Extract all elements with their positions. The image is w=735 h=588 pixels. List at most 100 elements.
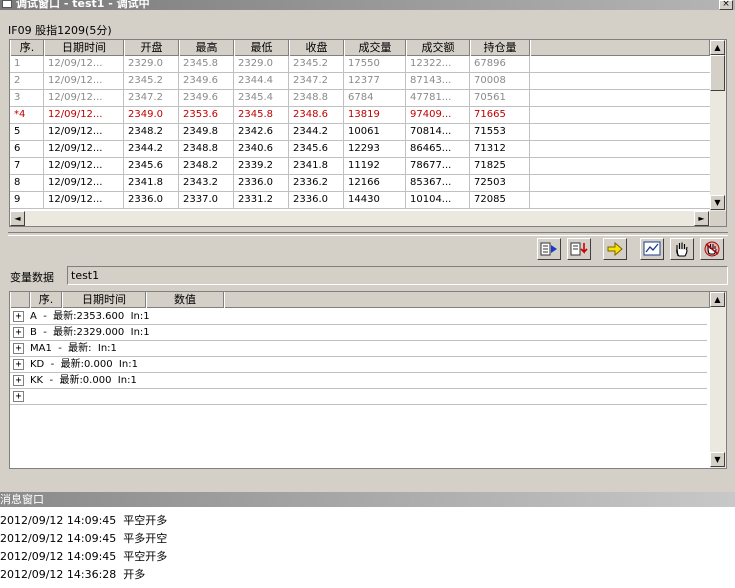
- cell-amount: 87143...: [406, 73, 470, 90]
- table-row[interactable]: 7 12/09/12... 2345.6 2348.2 2339.2 2341.8 1119…: [10, 158, 710, 175]
- run-to-cursor-icon: [570, 242, 588, 256]
- debug-window: 调试窗口 - test1 - 调试中 × IF09 股指1209(5分) 序. 日…: [0, 0, 735, 588]
- scroll-right-button[interactable]: ►: [694, 211, 709, 226]
- cell-amount: 97409...: [406, 107, 470, 124]
- message-line: 2012/09/12 14:09:45 平空开多: [0, 550, 168, 563]
- column-header-open[interactable]: 开盘: [124, 40, 179, 56]
- cell-seq: 6: [10, 141, 44, 158]
- column-header-low[interactable]: 最低: [234, 40, 289, 56]
- cell-low: 2329.0: [234, 56, 289, 73]
- cell-open-interest: 67896: [470, 56, 530, 73]
- table-row[interactable]: 2 12/09/12... 2345.2 2349.6 2344.4 2347.2 1237…: [10, 73, 710, 90]
- stop-button[interactable]: [700, 238, 724, 260]
- cell-datetime: 12/09/12...: [44, 90, 124, 107]
- column-header-seq[interactable]: 序.: [10, 40, 44, 56]
- continue-button[interactable]: [603, 238, 627, 260]
- cell-amount: 86465...: [406, 141, 470, 158]
- column-header-volume[interactable]: 成交量: [344, 40, 406, 56]
- variable-text: KD - 最新:0.000 In:1: [30, 359, 138, 370]
- scroll-left-button[interactable]: ◄: [10, 211, 25, 226]
- variable-row[interactable]: + B - 最新:2329.000 In:1: [10, 325, 707, 341]
- column-header-expander: [10, 292, 30, 308]
- variables-scroll-down-button[interactable]: ▼: [710, 452, 725, 467]
- cell-volume: 10061: [344, 124, 406, 141]
- instrument-caption: IF09 股指1209(5分): [8, 24, 112, 37]
- variables-scroll-up-button[interactable]: ▲: [710, 292, 725, 307]
- cell-open-interest: 72503: [470, 175, 530, 192]
- pause-button[interactable]: [670, 238, 694, 260]
- column-header-amount[interactable]: 成交额: [406, 40, 470, 56]
- strategy-field[interactable]: test1: [67, 266, 728, 285]
- cell-datetime: 12/09/12...: [44, 56, 124, 73]
- variable-row[interactable]: +: [10, 389, 707, 405]
- expand-icon[interactable]: +: [13, 343, 24, 354]
- column-header-datetime[interactable]: 日期时间: [44, 40, 124, 56]
- cell-high: 2353.6: [179, 107, 234, 124]
- variable-row[interactable]: + A - 最新:2353.600 In:1: [10, 309, 707, 325]
- cell-amount: 70814...: [406, 124, 470, 141]
- arrow-right-icon: [607, 241, 623, 257]
- column-header-value[interactable]: 数值: [146, 292, 224, 308]
- column-header-filler: [530, 40, 710, 56]
- message-window[interactable]: 2012/09/12 14:09:45 平空开多 2012/09/12 14:09…: [0, 507, 735, 588]
- table-row[interactable]: 6 12/09/12... 2344.2 2348.8 2340.6 2345.6 1229…: [10, 141, 710, 158]
- cell-seq: 3: [10, 90, 44, 107]
- cell-high: 2349.6: [179, 90, 234, 107]
- cell-seq: 5: [10, 124, 44, 141]
- scroll-thumb[interactable]: [710, 55, 725, 91]
- cell-close: 2344.2: [289, 124, 344, 141]
- column-header-open-interest[interactable]: 持仓量: [470, 40, 530, 56]
- table-row[interactable]: 5 12/09/12... 2348.2 2349.8 2342.6 2344.2 1006…: [10, 124, 710, 141]
- variable-text: KK - 最新:0.000 In:1: [30, 375, 137, 386]
- scroll-down-button[interactable]: ▼: [710, 195, 725, 210]
- table-row[interactable]: 8 12/09/12... 2341.8 2343.2 2336.0 2336.2 1216…: [10, 175, 710, 192]
- table-row[interactable]: 1 12/09/12... 2329.0 2345.8 2329.0 2345.2 1755…: [10, 56, 710, 73]
- close-button[interactable]: ×: [719, 0, 733, 10]
- variable-text: A - 最新:2353.600 In:1: [30, 311, 150, 322]
- column-header-datetime[interactable]: 日期时间: [62, 292, 146, 308]
- table-row[interactable]: 9 12/09/12... 2336.0 2337.0 2331.2 2336.0 1443…: [10, 192, 710, 209]
- variables-table[interactable]: 序. 日期时间 数值 + A - 最新:2353.600 In:1 + B - 最新:23…: [9, 291, 727, 469]
- cell-open-interest: 71665: [470, 107, 530, 124]
- cell-low: 2345.8: [234, 107, 289, 124]
- expand-icon[interactable]: +: [13, 375, 24, 386]
- variable-row[interactable]: + MA1 - 最新: In:1: [10, 341, 707, 357]
- column-header-high[interactable]: 最高: [179, 40, 234, 56]
- variables-vscrollbar[interactable]: ▲ ▼: [710, 292, 726, 468]
- price-table-vscrollbar[interactable]: ▲ ▼: [710, 40, 726, 211]
- message-line: 2012/09/12 14:09:45 平空开多: [0, 514, 168, 527]
- cell-datetime: 12/09/12...: [44, 141, 124, 158]
- cell-high: 2348.2: [179, 158, 234, 175]
- expand-icon[interactable]: +: [13, 359, 24, 370]
- chart-icon: [643, 241, 661, 256]
- cell-close: 2341.8: [289, 158, 344, 175]
- expand-icon[interactable]: +: [13, 311, 24, 322]
- pane-splitter[interactable]: [8, 232, 728, 236]
- column-header-seq[interactable]: 序.: [30, 292, 62, 308]
- cell-seq: 9: [10, 192, 44, 209]
- cell-high: 2345.8: [179, 56, 234, 73]
- step-forward-icon: [540, 242, 557, 256]
- expand-icon[interactable]: +: [13, 391, 24, 402]
- scroll-up-button[interactable]: ▲: [710, 40, 725, 55]
- variable-row[interactable]: + KD - 最新:0.000 In:1: [10, 357, 707, 373]
- run-to-cursor-button[interactable]: [567, 238, 591, 260]
- cell-close: 2345.2: [289, 56, 344, 73]
- cell-datetime: 12/09/12...: [44, 124, 124, 141]
- cell-open-interest: 71825: [470, 158, 530, 175]
- table-row[interactable]: 3 12/09/12... 2347.2 2349.6 2345.4 2348.8 6784…: [10, 90, 710, 107]
- cell-amount: 12322...: [406, 56, 470, 73]
- price-table[interactable]: 序. 日期时间 开盘 最高 最低 收盘 成交量 成交额 持仓量 1 12/09/12... 2329…: [9, 39, 727, 227]
- chart-button[interactable]: [640, 238, 664, 260]
- price-table-hscrollbar[interactable]: ◄ ►: [10, 211, 710, 226]
- cell-open: 2344.2: [124, 141, 179, 158]
- cell-high: 2348.8: [179, 141, 234, 158]
- expand-icon[interactable]: +: [13, 327, 24, 338]
- variable-row[interactable]: + KK - 最新:0.000 In:1: [10, 373, 707, 389]
- column-header-close[interactable]: 收盘: [289, 40, 344, 56]
- step-forward-button[interactable]: [537, 238, 561, 260]
- cell-open: 2345.2: [124, 73, 179, 90]
- cell-volume: 11192: [344, 158, 406, 175]
- title-bar[interactable]: 调试窗口 - test1 - 调试中 ×: [0, 0, 735, 10]
- table-row[interactable]: *4 12/09/12... 2349.0 2353.6 2345.8 2348.6 138…: [10, 107, 710, 124]
